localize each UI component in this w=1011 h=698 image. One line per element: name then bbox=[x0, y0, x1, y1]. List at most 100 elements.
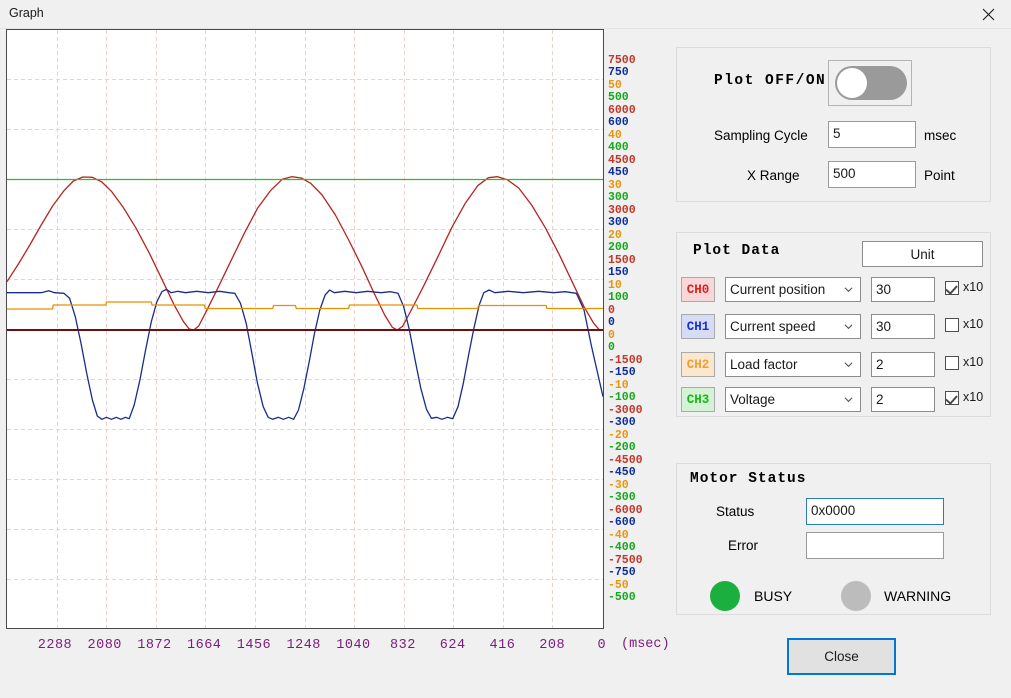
channel-source-select-ch1[interactable]: Current speed bbox=[725, 314, 861, 339]
y-axis-tick-ch3: -400 bbox=[608, 540, 636, 554]
y-axis-tick-ch1: -600 bbox=[608, 516, 636, 530]
y-axis-tick-ch1: 750 bbox=[608, 66, 629, 80]
chevron-down-icon bbox=[844, 362, 853, 368]
x-axis-tick: 1248 bbox=[286, 638, 321, 653]
chevron-down-icon bbox=[844, 287, 853, 293]
sampling-cycle-input[interactable]: 5 bbox=[828, 121, 916, 148]
x-axis-tick: 0 bbox=[597, 638, 607, 653]
channel-x10-checkbox-ch2[interactable] bbox=[945, 356, 959, 370]
channel-x10-checkbox-ch0[interactable] bbox=[945, 281, 959, 295]
close-button[interactable]: Close bbox=[787, 638, 896, 675]
channel-source-select-ch3[interactable]: Voltage bbox=[725, 387, 861, 412]
x-axis-tick: 624 bbox=[439, 638, 466, 653]
x-axis-tick: 2288 bbox=[37, 638, 73, 653]
x-axis-tick: 832 bbox=[390, 638, 416, 653]
sampling-cycle-unit: msec bbox=[924, 128, 957, 143]
y-axis-scale-group: -7500 -750 -50 -500 bbox=[608, 554, 670, 604]
chevron-down-icon bbox=[844, 324, 853, 330]
window-title: Graph bbox=[9, 6, 44, 20]
channel-scale-input-ch0[interactable]: 30 bbox=[871, 277, 935, 302]
sampling-cycle-label: Sampling Cycle bbox=[714, 128, 808, 143]
y-axis-tick-ch3: -200 bbox=[608, 440, 636, 454]
x-axis-tick: 208 bbox=[539, 638, 566, 653]
close-window-button[interactable] bbox=[965, 0, 1011, 28]
channel-row-ch1: CH1 Current speed 30 x10 bbox=[681, 314, 986, 341]
x-axis-tick: 1664 bbox=[187, 638, 222, 653]
channel-x10-label-ch3: x10 bbox=[963, 390, 984, 404]
y-axis-tick-ch3: 500 bbox=[608, 90, 629, 104]
busy-label: BUSY bbox=[754, 588, 793, 604]
x-axis-tick-labels: 2288 2080 1872 1664 1456 1248 1040 832 624 416 208… bbox=[0, 634, 690, 660]
x-axis-tick: 1040 bbox=[336, 638, 371, 653]
window-title-bar: Graph bbox=[0, 0, 1011, 29]
y-axis-tick-ch1: -750 bbox=[608, 566, 636, 580]
y-axis-scale-labels: 7500 750 50 500 6000 600 40 400 4500 450 30 300 3000… bbox=[608, 29, 670, 629]
x-axis-tick: 1456 bbox=[236, 638, 272, 653]
y-axis-scale-group: -4500 -450 -30 -300 bbox=[608, 454, 670, 504]
x-range-label: X Range bbox=[747, 168, 800, 183]
channel-source-select-ch2[interactable]: Load factor bbox=[725, 352, 861, 377]
y-axis-tick-ch2: 0 bbox=[608, 328, 615, 342]
y-axis-tick-ch0: 0 bbox=[608, 304, 615, 317]
plot-onoff-label: Plot OFF/ON bbox=[714, 73, 827, 89]
warning-label: WARNING bbox=[884, 588, 952, 604]
y-axis-scale-group: 4500 450 30 300 bbox=[608, 154, 670, 204]
y-axis-tick-ch3: 400 bbox=[608, 140, 629, 154]
graph-plot-area bbox=[6, 29, 604, 629]
channel-x10-checkbox-ch3[interactable] bbox=[945, 391, 959, 405]
busy-led-indicator bbox=[710, 581, 740, 611]
unit-button[interactable]: Unit bbox=[862, 241, 983, 267]
channel-badge-ch2: CH2 bbox=[681, 352, 715, 377]
channel-row-ch2: CH2 Load factor 2 x10 bbox=[681, 352, 986, 379]
y-axis-tick-ch1: 450 bbox=[608, 166, 629, 180]
y-axis-tick-ch1: 150 bbox=[608, 266, 629, 280]
y-axis-scale-group: -1500 -150 -10 -100 bbox=[608, 354, 670, 404]
channel-source-select-ch0[interactable]: Current position bbox=[725, 277, 861, 302]
status-input[interactable]: 0x0000 bbox=[806, 498, 944, 525]
y-axis-scale-group: 3000 300 20 200 bbox=[608, 204, 670, 254]
channel-scale-input-ch3[interactable]: 2 bbox=[871, 387, 935, 412]
x-range-input[interactable]: 500 bbox=[828, 161, 916, 188]
plot-data-title: Plot Data bbox=[690, 243, 784, 259]
channel-scale-input-ch1[interactable]: 30 bbox=[871, 314, 935, 339]
channel-badge-ch0: CH0 bbox=[681, 277, 715, 302]
channel-x10-label-ch1: x10 bbox=[963, 317, 984, 331]
x-axis-tick: 1872 bbox=[137, 638, 172, 653]
status-label: Status bbox=[716, 504, 755, 519]
y-axis-tick-ch1: 0 bbox=[608, 316, 615, 330]
y-axis-tick-ch1: 600 bbox=[608, 116, 629, 130]
y-axis-tick-ch1: -300 bbox=[608, 416, 636, 430]
chevron-down-icon bbox=[844, 397, 853, 403]
x-range-unit: Point bbox=[924, 168, 955, 183]
y-axis-tick-ch3: 300 bbox=[608, 190, 629, 204]
y-axis-tick-ch3: 200 bbox=[608, 240, 629, 254]
y-axis-tick-ch3: -100 bbox=[608, 390, 636, 404]
y-axis-scale-group: -6000 -600 -40 -400 bbox=[608, 504, 670, 554]
channel-row-ch3: CH3 Voltage 2 x10 bbox=[681, 387, 986, 414]
error-input[interactable] bbox=[806, 532, 944, 559]
error-label: Error bbox=[728, 538, 758, 553]
channel-badge-ch3: CH3 bbox=[681, 387, 715, 412]
y-axis-tick-ch1: -450 bbox=[608, 466, 636, 480]
y-axis-scale-group: 0000 bbox=[608, 304, 670, 354]
y-axis-tick-ch3: -300 bbox=[608, 490, 636, 504]
y-axis-tick-ch1: 300 bbox=[608, 216, 629, 230]
channel-x10-checkbox-ch1[interactable] bbox=[945, 318, 959, 332]
y-axis-scale-group: 6000 600 40 400 bbox=[608, 104, 670, 154]
y-axis-scale-group: 7500 750 50 500 bbox=[608, 54, 670, 104]
x-axis-tick: 416 bbox=[489, 638, 516, 653]
y-axis-scale-group: -3000 -300 -20 -200 bbox=[608, 404, 670, 454]
x-axis-tick: 2080 bbox=[87, 638, 122, 653]
channel-badge-ch1: CH1 bbox=[681, 314, 715, 339]
warning-led-indicator bbox=[841, 581, 871, 611]
channel-scale-input-ch2[interactable]: 2 bbox=[871, 352, 935, 377]
plot-onoff-toggle[interactable] bbox=[828, 60, 912, 106]
channel-row-ch0: CH0 Current position 30 x10 bbox=[681, 277, 986, 304]
y-axis-tick-ch3: -500 bbox=[608, 590, 636, 604]
close-icon bbox=[982, 8, 994, 20]
x-axis-unit-label: (msec) bbox=[621, 637, 670, 652]
toggle-knob bbox=[837, 68, 867, 98]
y-axis-tick-ch1: -150 bbox=[608, 366, 636, 380]
motor-status-title: Motor Status bbox=[687, 471, 810, 487]
channel-x10-label-ch0: x10 bbox=[963, 280, 984, 294]
